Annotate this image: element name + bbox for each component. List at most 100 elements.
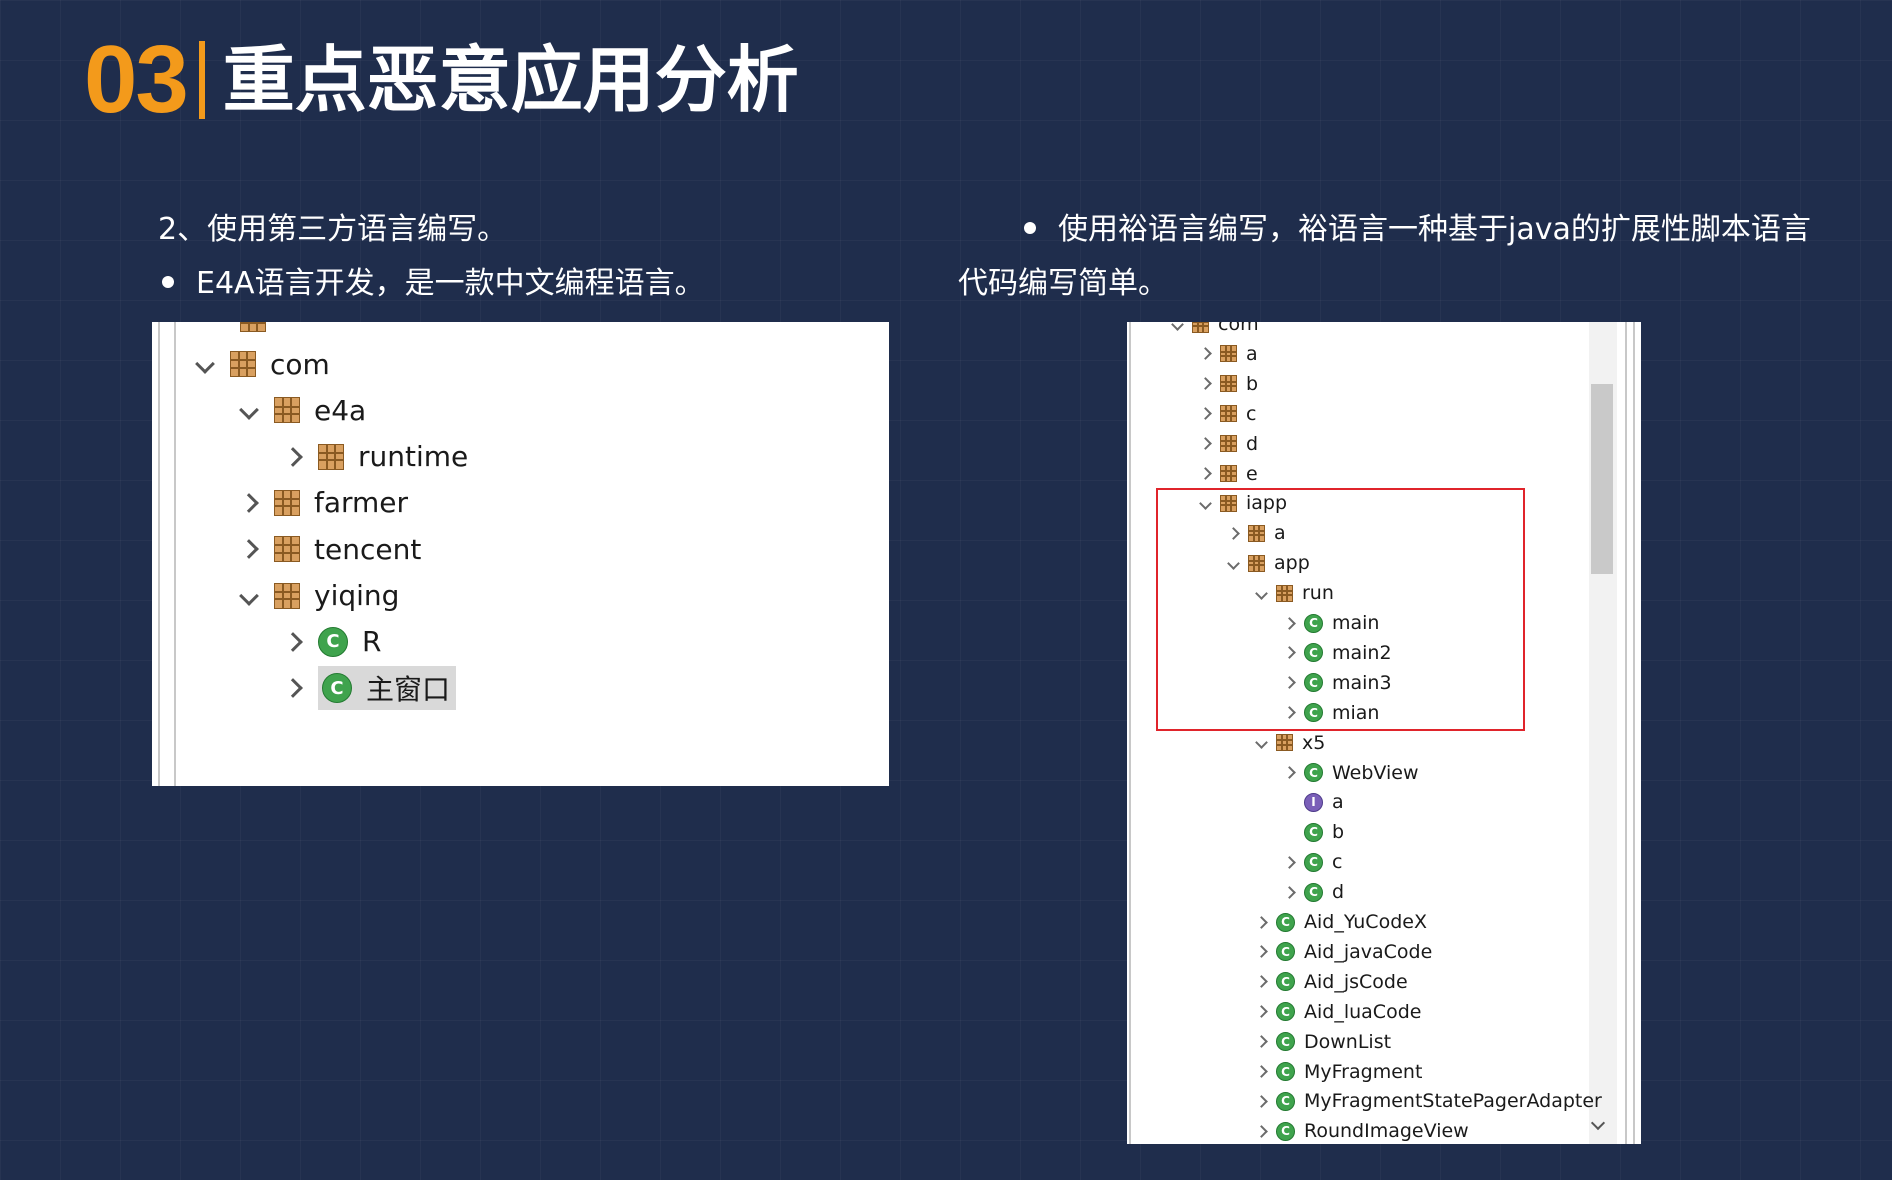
tree-item[interactable]: e [1199, 460, 1258, 488]
chevron-down-icon[interactable] [1255, 586, 1268, 600]
tree-item-label: 主窗口 [366, 673, 451, 707]
chevron-right-icon[interactable] [1255, 1005, 1268, 1019]
chevron-down-icon[interactable] [1255, 736, 1268, 749]
chevron-right-icon[interactable] [1199, 377, 1212, 391]
chevron-right-icon[interactable] [1283, 766, 1296, 779]
tree-item[interactable]: e4a [239, 390, 366, 430]
tree-item[interactable]: iapp [1199, 489, 1287, 517]
package-icon [274, 397, 300, 424]
chevron-right-icon[interactable] [1283, 885, 1296, 899]
tree-item-label: run [1302, 582, 1334, 605]
chevron-right-icon[interactable] [1199, 467, 1212, 480]
tree-item[interactable]: C MyFragment [1255, 1058, 1422, 1086]
class-icon: C [1304, 822, 1323, 842]
tree-item-label: main3 [1332, 671, 1392, 694]
tree-item-label: com [270, 347, 330, 381]
selected-tree-item[interactable]: C 主窗口 [318, 666, 457, 711]
chevron-right-icon[interactable] [283, 446, 303, 467]
tree-item[interactable]: com [1171, 322, 1259, 338]
tree-item[interactable]: C Aid_jsCode [1255, 968, 1408, 996]
chevron-right-icon[interactable] [1255, 1035, 1268, 1048]
tree-item[interactable]: Cmain [1283, 609, 1379, 637]
tree-item[interactable]: Cmain2 [1283, 639, 1392, 667]
right-bullet: 使用裕语言编写，裕语言一种基于java的扩展性脚本语言 [1024, 212, 1811, 248]
tree-item[interactable]: runtime [283, 437, 468, 477]
chevron-right-icon[interactable] [1283, 706, 1296, 720]
tree-item[interactable]: CR [283, 622, 381, 662]
chevron-right-icon[interactable] [1255, 975, 1268, 989]
package-icon [240, 322, 266, 332]
tree-border-line [1129, 322, 1131, 1144]
tree-item[interactable]: yiqing [239, 576, 399, 616]
chevron-down-icon[interactable] [1171, 322, 1184, 331]
tree-item-label: app [1274, 552, 1310, 575]
chevron-right-icon[interactable] [283, 631, 303, 652]
package-icon [1220, 494, 1237, 512]
chevron-right-icon[interactable] [239, 492, 259, 513]
tree-item[interactable]: Cb [1285, 818, 1344, 846]
class-icon: C [1304, 763, 1323, 782]
tree-item-label: a [1332, 791, 1344, 814]
chevron-right-icon[interactable] [1283, 616, 1296, 630]
chevron-right-icon[interactable] [1283, 855, 1296, 869]
tree-item[interactable]: com [195, 344, 330, 384]
tree-item[interactable]: tencent [239, 529, 422, 569]
chevron-down-icon[interactable] [239, 400, 259, 421]
tree-item[interactable]: Cmian [1283, 699, 1379, 727]
tree-item[interactable]: farmer [239, 483, 408, 523]
chevron-right-icon[interactable] [1199, 407, 1212, 421]
package-icon [1276, 734, 1293, 752]
tree-item-label: tencent [314, 532, 422, 566]
tree-item[interactable]: C Aid_luaCode [1255, 998, 1421, 1026]
right-bullet-text: 使用裕语言编写，裕语言一种基于java的扩展性脚本语言 [1058, 212, 1811, 247]
tree-item[interactable]: Cc [1283, 848, 1342, 876]
tree-item[interactable]: C MyFragmentStatePagerAdapter [1255, 1087, 1602, 1115]
tree-item[interactable]: c [1199, 400, 1256, 428]
chevron-right-icon[interactable] [1255, 1065, 1268, 1078]
package-icon [1220, 465, 1237, 482]
tree-item-label: Aid_jsCode [1304, 970, 1408, 993]
tree-item[interactable]: b [1199, 370, 1258, 398]
tree-item[interactable]: C Aid_javaCode [1255, 938, 1432, 966]
tree-item[interactable]: x5 [1255, 729, 1326, 757]
tree-item[interactable]: C 主窗口 [283, 666, 457, 711]
tree-item[interactable]: C WebView [1283, 759, 1419, 787]
chevron-down-icon[interactable] [195, 354, 215, 374]
package-icon [1276, 584, 1293, 602]
chevron-right-icon[interactable] [1283, 676, 1296, 690]
chevron-right-icon[interactable] [1199, 437, 1212, 450]
chevron-right-icon[interactable] [1255, 915, 1268, 929]
tree-item[interactable]: app [1227, 549, 1310, 577]
tree-item-label: d [1246, 432, 1259, 455]
chevron-right-icon[interactable] [1255, 945, 1268, 959]
chevron-right-icon[interactable] [239, 539, 259, 560]
chevron-down-icon[interactable] [1199, 497, 1212, 510]
scrollbar-thumb[interactable] [1591, 384, 1613, 574]
tree-item[interactable]: C RoundImageView [1255, 1117, 1469, 1144]
chevron-right-icon[interactable] [1283, 646, 1296, 660]
tree-item[interactable]: d [1199, 430, 1259, 458]
tree-item[interactable]: Cmain3 [1283, 669, 1392, 697]
bullet-dot [162, 275, 174, 288]
tree-item-label: com [1218, 322, 1259, 335]
tree-item-label: x5 [1302, 731, 1326, 754]
section-number: 03 [84, 26, 189, 133]
chevron-right-icon[interactable] [1255, 1095, 1268, 1108]
tree-item[interactable]: Cd [1283, 878, 1344, 906]
chevron-right-icon[interactable] [1199, 347, 1212, 361]
tree-item[interactable]: a [1199, 340, 1258, 368]
chevron-down-icon[interactable] [1227, 556, 1240, 570]
chevron-right-icon[interactable] [283, 678, 303, 698]
tree-item[interactable]: Ia [1285, 788, 1344, 816]
tree-item[interactable]: C Aid_YuCodeX [1255, 908, 1427, 936]
tree-item-label: a [1246, 342, 1258, 365]
tree-item[interactable]: C DownList [1255, 1028, 1391, 1056]
left-package-explorer: com e4a runtime farmer tencent yiqing C R C 主窗口 [152, 322, 889, 786]
chevron-right-icon[interactable] [1255, 1124, 1268, 1138]
class-icon: C [1304, 882, 1323, 902]
tree-item[interactable]: run [1255, 579, 1334, 607]
tree-item[interactable]: a [1227, 519, 1286, 547]
chevron-down-icon[interactable] [239, 585, 259, 606]
chevron-right-icon[interactable] [1227, 526, 1240, 540]
tree-item-label: main2 [1332, 641, 1392, 664]
